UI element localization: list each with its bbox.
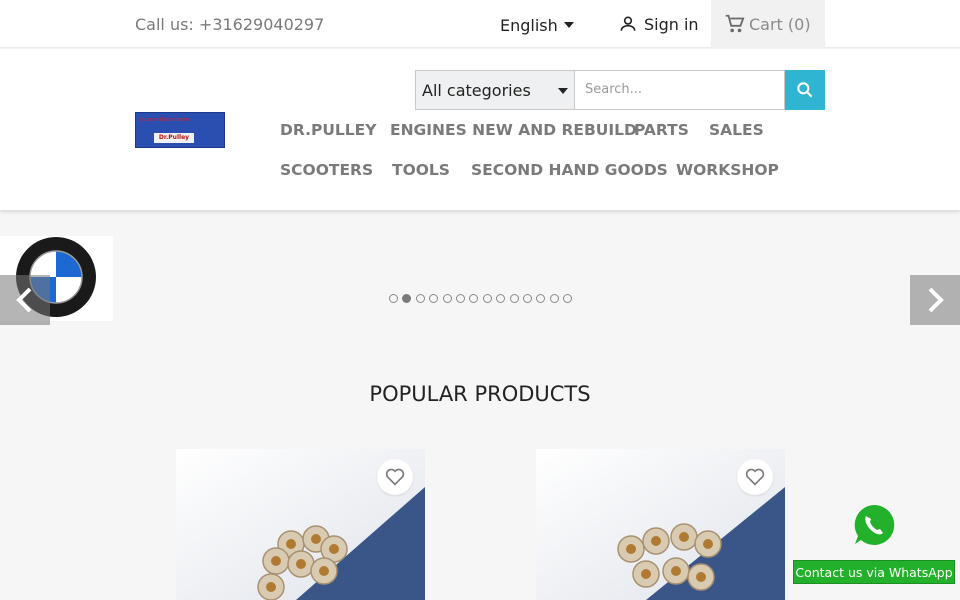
whatsapp-contact-button[interactable]: Contact us via WhatsApp <box>793 560 955 584</box>
category-select[interactable]: All categories <box>415 70 575 110</box>
heart-icon <box>745 468 765 486</box>
nav-workshop[interactable]: WORKSHOP <box>676 161 779 179</box>
top-bar: Call us: +31629040297 English Sign in Ca… <box>0 0 960 48</box>
chevron-left-icon <box>16 287 32 313</box>
site-logo[interactable]: Scooter Onderdelen Dr.Pulley <box>135 112 225 148</box>
wishlist-button[interactable] <box>737 459 773 495</box>
chevron-down-icon <box>563 21 574 28</box>
search-input[interactable]: Search... <box>575 70 785 110</box>
logo-tagline: Scooter Onderdelen <box>139 117 189 123</box>
slider-dot[interactable] <box>402 294 412 303</box>
slider-dot[interactable] <box>482 294 492 303</box>
search-placeholder: Search... <box>585 82 643 97</box>
product-card[interactable] <box>176 449 425 600</box>
slider-dot[interactable] <box>509 294 519 303</box>
category-select-value: All categories <box>422 81 531 100</box>
section-title: POPULAR PRODUCTS <box>369 382 591 406</box>
nav-parts[interactable]: PARTS <box>634 121 689 139</box>
nav-scooters[interactable]: SCOOTERS <box>280 161 373 179</box>
slider-next-button[interactable] <box>910 275 960 325</box>
sign-in-link[interactable]: Sign in <box>618 14 699 34</box>
cart-count: (0) <box>787 14 811 34</box>
slider-dot[interactable] <box>429 294 439 303</box>
search-button[interactable] <box>785 70 825 110</box>
nav-tools[interactable]: TOOLS <box>392 161 450 179</box>
slider-dot[interactable] <box>469 294 479 303</box>
logo-wordmark: Dr.Pulley <box>154 133 194 143</box>
language-label: English <box>500 16 558 35</box>
cart-icon <box>725 14 745 33</box>
header: Scooter Onderdelen Dr.Pulley All categor… <box>0 49 960 210</box>
slider-dot[interactable] <box>455 294 465 303</box>
slider-dot[interactable] <box>442 294 452 303</box>
user-icon <box>620 16 636 31</box>
slider-dot[interactable] <box>415 294 425 303</box>
slider-dot[interactable] <box>536 294 546 303</box>
heart-icon <box>385 468 405 486</box>
chevron-right-icon <box>928 287 944 313</box>
wishlist-button[interactable] <box>377 459 413 495</box>
language-selector[interactable]: English <box>500 16 574 35</box>
nav-sales[interactable]: SALES <box>709 121 764 139</box>
slider-pagination <box>389 294 576 303</box>
product-card[interactable] <box>536 449 785 600</box>
nav-engines[interactable]: ENGINES NEW AND REBUILD <box>390 121 637 139</box>
slider-dot[interactable] <box>389 294 398 303</box>
nav-second-hand-goods[interactable]: SECOND HAND GOODS <box>471 161 668 179</box>
sign-in-label: Sign in <box>644 14 699 34</box>
cart-label: Cart <box>749 14 783 34</box>
whatsapp-icon[interactable] <box>852 503 896 547</box>
cart-button[interactable]: Cart (0) <box>711 0 825 48</box>
nav-dr-pulley[interactable]: DR.PULLEY <box>280 121 377 139</box>
slider-dot[interactable] <box>549 294 559 303</box>
search-icon <box>797 82 813 98</box>
slider-dot[interactable] <box>563 294 573 303</box>
slider-prev-button[interactable] <box>0 275 50 325</box>
call-us-text: Call us: +31629040297 <box>135 15 325 34</box>
slider-dot[interactable] <box>496 294 506 303</box>
slider-dot[interactable] <box>522 294 532 303</box>
chevron-down-icon <box>558 88 568 94</box>
